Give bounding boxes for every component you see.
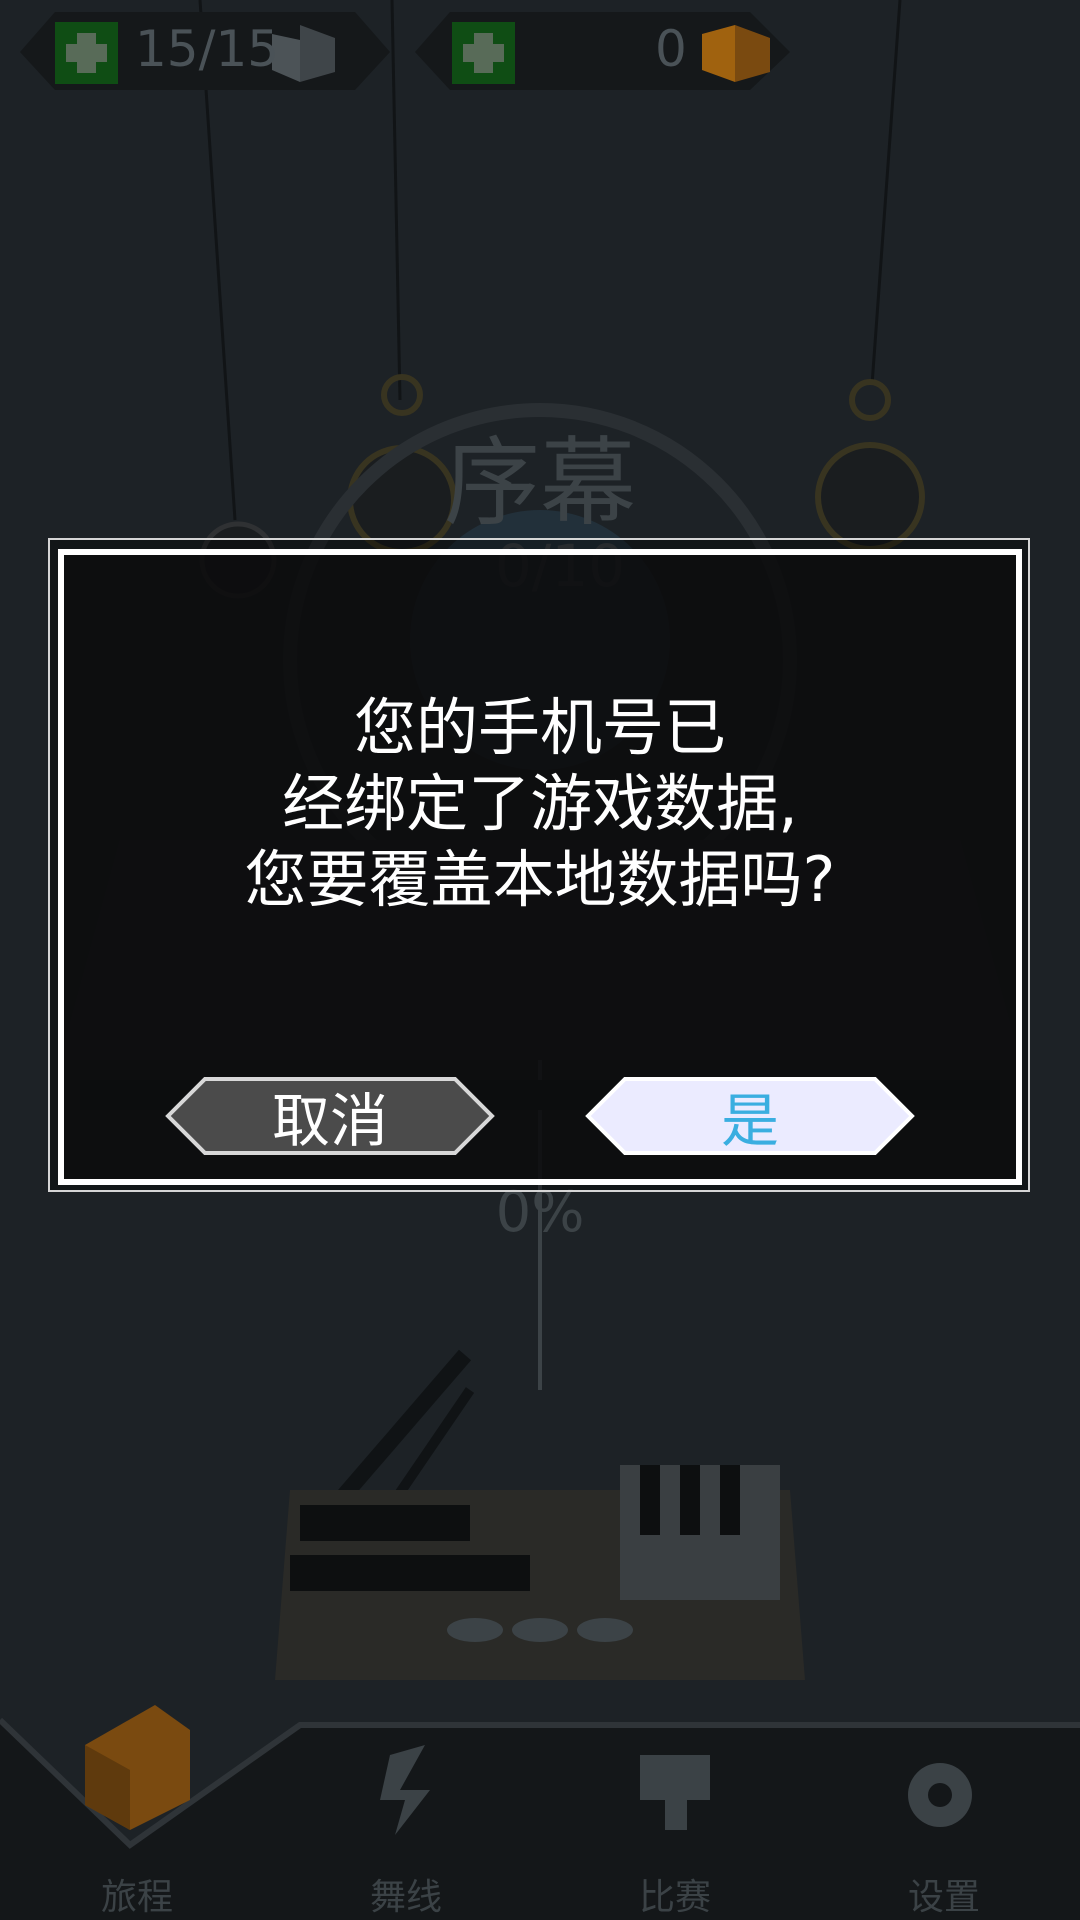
nav-item-dance-line[interactable]: 舞线 xyxy=(306,1868,506,1920)
pocket-watch-right xyxy=(815,379,925,552)
dialog-message-line: 您要覆盖本地数据吗? xyxy=(244,843,836,916)
cancel-button-label: 取消 xyxy=(271,1087,388,1155)
dialog-message-line: 经绑定了游戏数据, xyxy=(282,767,798,840)
nav-item-settings[interactable]: 设置 xyxy=(844,1868,1044,1920)
confirm-button-label: 是 xyxy=(720,1087,779,1155)
piano-decoration xyxy=(275,1349,805,1680)
cancel-button[interactable]: 取消 xyxy=(165,1076,495,1156)
confirm-button[interactable]: 是 xyxy=(585,1076,915,1156)
dialog-message: 您的手机号已 经绑定了游戏数据, 您要覆盖本地数据吗? xyxy=(60,690,1020,918)
gem-panel-shape xyxy=(415,12,790,90)
gear-icon xyxy=(908,1763,972,1827)
energy-count: 15/15 xyxy=(135,20,280,78)
nav-item-competition[interactable]: 比赛 xyxy=(575,1868,775,1920)
gem-count: 0 xyxy=(655,20,687,78)
dialog-message-line: 您的手机号已 xyxy=(353,691,726,764)
nav-item-journey[interactable]: 旅程 xyxy=(37,1868,237,1920)
level-title: 序幕 xyxy=(444,427,636,539)
